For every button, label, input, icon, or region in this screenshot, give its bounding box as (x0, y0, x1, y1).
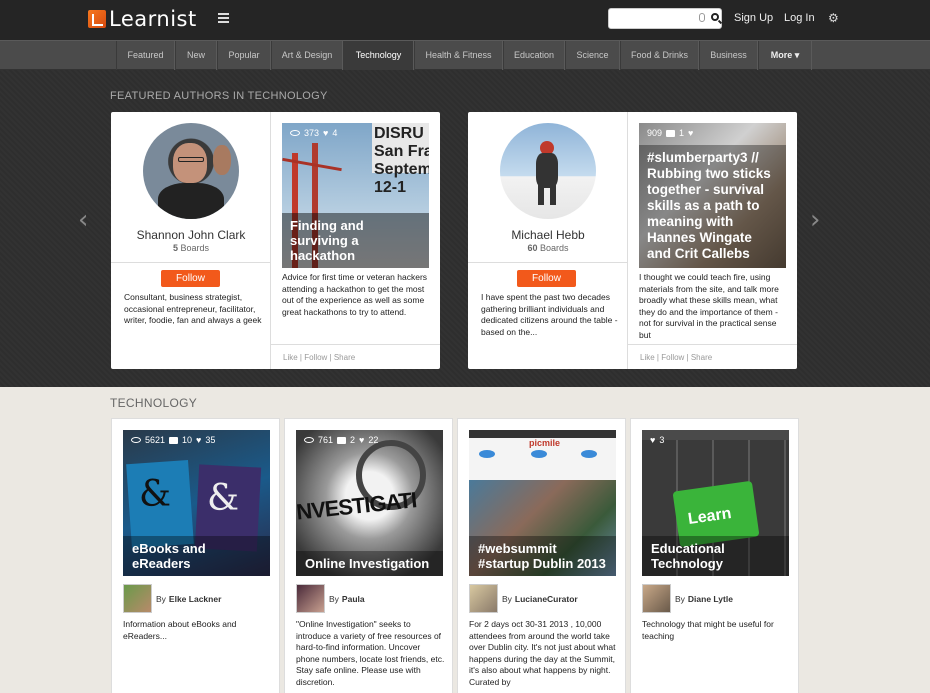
board-thumbnail[interactable]: 909 1 ♥ #slumberparty3 // Rubbing two stic… (639, 123, 786, 268)
likes-icon: ♥ (688, 128, 694, 138)
logo-icon (88, 10, 106, 28)
board-card[interactable]: NVESTIGATI 761 2 ♥ 22 Online Investigation … (284, 418, 453, 693)
learnist-logo[interactable]: Learnist (88, 7, 197, 31)
board-byline: By Diane Lytle (642, 584, 733, 613)
gear-icon[interactable]: ⚙ (828, 12, 840, 24)
views-icon (290, 130, 300, 136)
featured-board: DISRU San Fran September 12-1 373♥4 Find… (271, 112, 440, 369)
featured-author-card: Michael Hebb 60 Boards Follow I have spe… (468, 112, 797, 369)
board-description: Information about eBooks and eReaders... (123, 619, 237, 641)
category-nav: Featured New Popular Art & Design Techno… (0, 40, 930, 70)
comments-icon (666, 129, 676, 137)
board-thumbnail[interactable]: DISRU San Fran September 12-1 373♥4 Find… (282, 123, 429, 268)
follow-button[interactable]: Follow (161, 270, 220, 287)
board-actions[interactable]: Like | Follow | Share (271, 344, 440, 369)
picmile-logo-text: picmile (529, 438, 561, 448)
board-thumbnail[interactable]: & & 5621 10 ♥ 35 eBooks and eReaders (123, 430, 270, 576)
board-card[interactable]: & & 5621 10 ♥ 35 eBooks and eReaders By Elke… (111, 418, 280, 693)
tab-more[interactable]: More ▾ (758, 41, 812, 70)
comments-icon (337, 436, 347, 444)
author-name[interactable]: Shannon John Clark (111, 228, 271, 242)
board-description: Technology that might be useful for teac… (642, 619, 774, 641)
carousel-prev-arrow-icon[interactable]: ‹ (78, 205, 88, 235)
author-avatar[interactable] (469, 584, 498, 613)
tab-food-drinks[interactable]: Food & Drinks (620, 41, 699, 70)
tab-popular[interactable]: Popular (217, 41, 271, 70)
likes-icon: ♥ (650, 435, 656, 445)
author-avatar[interactable] (642, 584, 671, 613)
author-name[interactable]: Elke Lackner (169, 594, 221, 604)
hamburger-menu-icon[interactable] (218, 13, 229, 23)
board-title[interactable]: #slumberparty3 // Rubbing two sticks tog… (639, 145, 786, 268)
disrupt-banner-text: DISRU San Fran September 12-1 (374, 125, 429, 196)
featured-section-title: FEATURED AUTHORS IN TECHNOLOGY (110, 90, 328, 102)
author-bio: Consultant, business strategist, occasio… (124, 292, 262, 325)
likes-icon: ♥ (323, 128, 329, 138)
board-thumbnail[interactable]: Learn ♥ 3 Educational Technology (642, 430, 789, 576)
board-byline: By LucianeCurator (469, 584, 578, 613)
search-box[interactable] (608, 8, 722, 29)
author-avatar[interactable] (143, 123, 239, 219)
microphone-icon[interactable] (699, 13, 705, 22)
tab-education[interactable]: Education (503, 41, 565, 70)
author-name[interactable]: Michael Hebb (468, 228, 628, 242)
board-description: For 2 days oct 30-31 2013 , 10,000 atten… (469, 619, 616, 687)
search-input[interactable] (613, 11, 693, 26)
views-icon (131, 437, 141, 443)
board-card[interactable]: picmile #websummit #startup Dublin 2013 … (457, 418, 626, 693)
author-panel: Michael Hebb 60 Boards Follow I have spe… (468, 112, 628, 369)
board-thumbnail[interactable]: NVESTIGATI 761 2 ♥ 22 Online Investigation (296, 430, 443, 576)
tab-technology[interactable]: Technology (343, 41, 414, 70)
board-title[interactable]: #websummit #startup Dublin 2013 (469, 536, 616, 576)
tab-business[interactable]: Business (699, 41, 758, 70)
top-bar: Learnist Sign Up Log In ⚙ (0, 0, 930, 40)
board-byline: By Paula (296, 584, 365, 613)
board-title[interactable]: eBooks and eReaders (123, 536, 270, 576)
board-title[interactable]: Online Investigation (296, 551, 443, 576)
tab-health-fitness[interactable]: Health & Fitness (414, 41, 503, 70)
board-description: "Online Investigation" seeks to introduc… (296, 619, 445, 687)
board-card[interactable]: Learn ♥ 3 Educational Technology By Diane … (630, 418, 799, 693)
tab-new[interactable]: New (175, 41, 217, 70)
author-avatar[interactable] (123, 584, 152, 613)
author-panel: Shannon John Clark 5 Boards Follow Consu… (111, 112, 271, 369)
author-name[interactable]: LucianeCurator (515, 594, 578, 604)
author-name[interactable]: Diane Lytle (688, 594, 733, 604)
board-byline: By Elke Lackner (123, 584, 221, 613)
board-description: I thought we could teach fire, using mat… (639, 272, 779, 340)
board-title[interactable]: Finding and surviving a hackathon (282, 213, 429, 268)
boards-count: 5 Boards (172, 243, 210, 253)
tab-science[interactable]: Science (565, 41, 620, 70)
author-bio: I have spent the past two decades gather… (481, 292, 618, 337)
tab-art-design[interactable]: Art & Design (271, 41, 343, 70)
board-stats: ♥ 3 (650, 435, 665, 445)
author-avatar[interactable] (500, 123, 596, 219)
logo-text: Learnist (109, 7, 197, 31)
search-icon[interactable] (711, 13, 719, 21)
board-actions[interactable]: Like | Follow | Share (628, 344, 797, 369)
featured-board: 909 1 ♥ #slumberparty3 // Rubbing two stic… (628, 112, 797, 369)
tab-featured[interactable]: Featured (116, 41, 175, 70)
board-thumbnail[interactable]: picmile #websummit #startup Dublin 2013 (469, 430, 616, 576)
board-stats: 909 1 ♥ (647, 128, 694, 138)
board-stats: 373 ♥ 4 (290, 128, 337, 138)
board-title[interactable]: Educational Technology (642, 536, 789, 576)
log-in-link[interactable]: Log In (784, 12, 815, 24)
board-stats: 761 2 ♥ 22 (304, 435, 378, 445)
technology-section-title: TECHNOLOGY (110, 396, 198, 410)
board-stats: 5621 10 ♥ 35 (131, 435, 215, 445)
author-name[interactable]: Paula (342, 594, 365, 604)
featured-author-card: Shannon John Clark 5 Boards Follow Consu… (111, 112, 440, 369)
likes-icon: ♥ (359, 435, 365, 445)
boards-count: 60 Boards (527, 243, 569, 253)
follow-button[interactable]: Follow (517, 270, 576, 287)
sign-up-link[interactable]: Sign Up (734, 12, 773, 24)
likes-icon: ♥ (196, 435, 202, 445)
views-icon (304, 437, 314, 443)
carousel-next-arrow-icon[interactable]: › (810, 205, 820, 235)
board-description: Advice for first time or veteran hackers… (282, 272, 428, 317)
comments-icon (169, 436, 179, 444)
author-avatar[interactable] (296, 584, 325, 613)
